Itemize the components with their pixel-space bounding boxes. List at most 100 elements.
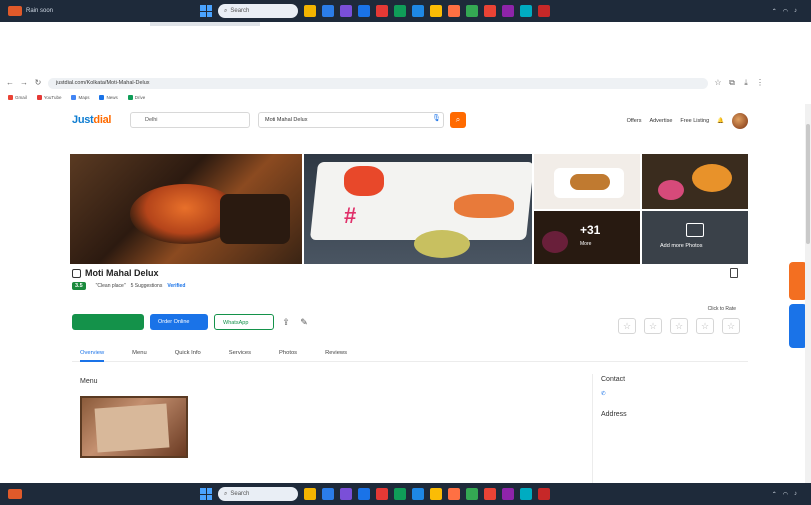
browser-tab[interactable] bbox=[150, 22, 260, 26]
bookmark-icon[interactable] bbox=[730, 268, 738, 278]
tab-menu[interactable]: Menu bbox=[132, 348, 147, 361]
weather-widget[interactable]: Rain soon bbox=[0, 6, 120, 16]
wifi-icon[interactable]: ◠ bbox=[783, 8, 788, 15]
taskbar-app-icon[interactable] bbox=[466, 488, 478, 500]
page-scrollbar[interactable] bbox=[805, 104, 811, 483]
reload-icon[interactable]: ↻ bbox=[34, 79, 42, 87]
taskbar-app-icon[interactable] bbox=[538, 5, 550, 17]
search-button[interactable]: ⌕ bbox=[450, 112, 466, 128]
header-link-advertise[interactable]: Advertise bbox=[649, 118, 672, 124]
taskbar-app-icon[interactable] bbox=[376, 488, 388, 500]
bookmark-item[interactable]: Maps bbox=[71, 94, 89, 100]
order-online-button[interactable]: Order Online bbox=[150, 314, 208, 330]
bookmark-item[interactable]: News bbox=[99, 94, 118, 100]
gallery-photo-2[interactable]: # bbox=[304, 154, 532, 264]
star-icon[interactable]: ☆ bbox=[644, 318, 662, 334]
taskbar-app-icon[interactable] bbox=[322, 488, 334, 500]
taskbar-app-icon[interactable] bbox=[484, 5, 496, 17]
taskbar-app-icon[interactable] bbox=[448, 5, 460, 17]
taskbar-app-icon[interactable] bbox=[340, 5, 352, 17]
taskbar-app-icon[interactable] bbox=[430, 5, 442, 17]
taskbar-app-icon[interactable] bbox=[340, 488, 352, 500]
taskbar-app-icon[interactable] bbox=[502, 5, 514, 17]
taskbar-center: ⌕ Search bbox=[200, 0, 550, 22]
whatsapp-button[interactable]: WhatsApp bbox=[214, 314, 274, 330]
edit-icon[interactable]: ✎ bbox=[298, 316, 310, 328]
gallery-photo-4[interactable] bbox=[642, 154, 748, 209]
taskbar-app-icon[interactable] bbox=[322, 5, 334, 17]
taskbar-app-icon[interactable] bbox=[412, 5, 424, 17]
gallery-photo-1[interactable] bbox=[70, 154, 302, 264]
weather-widget[interactable] bbox=[0, 489, 120, 499]
tab-reviews[interactable]: Reviews bbox=[325, 348, 347, 361]
bookmark-label: YouTube bbox=[43, 94, 62, 100]
volume-icon[interactable]: ♪ bbox=[794, 491, 797, 497]
gallery-photo-3[interactable] bbox=[534, 154, 640, 209]
bookmarks-bar: Gmail YouTube Maps News Drive bbox=[0, 92, 811, 102]
taskbar-app-icon[interactable] bbox=[502, 488, 514, 500]
star-icon[interactable]: ☆ bbox=[618, 318, 636, 334]
phone-icon: ✆ bbox=[601, 391, 606, 397]
location-input[interactable]: Delhi bbox=[130, 112, 250, 128]
bookmark-item[interactable]: Drive bbox=[127, 94, 145, 100]
taskbar-app-icon[interactable] bbox=[466, 5, 478, 17]
star-icon[interactable]: ☆ bbox=[722, 318, 740, 334]
taskbar-app-icon[interactable] bbox=[358, 488, 370, 500]
tab-quick-info[interactable]: Quick Info bbox=[175, 348, 201, 361]
start-icon[interactable] bbox=[200, 5, 212, 17]
bookmark-item[interactable]: Gmail bbox=[8, 94, 27, 100]
wifi-icon[interactable]: ◠ bbox=[783, 491, 788, 498]
share-icon[interactable]: ⇪ bbox=[280, 316, 292, 328]
menu-image[interactable] bbox=[80, 396, 188, 458]
back-icon[interactable]: ← bbox=[6, 79, 14, 87]
taskbar-app-icon[interactable] bbox=[394, 488, 406, 500]
taskbar-app-icon[interactable] bbox=[448, 488, 460, 500]
bookmark-item[interactable]: YouTube bbox=[36, 94, 62, 100]
volume-icon[interactable]: ♪ bbox=[794, 8, 797, 14]
tab-services[interactable]: Services bbox=[229, 348, 251, 361]
star-icon[interactable]: ☆ bbox=[696, 318, 714, 334]
call-button[interactable] bbox=[72, 314, 144, 330]
taskbar-app-icon[interactable] bbox=[484, 488, 496, 500]
add-photos-tile[interactable]: Add more Photos bbox=[642, 211, 748, 264]
scrollbar-thumb[interactable] bbox=[806, 124, 810, 244]
notification-bell-icon[interactable]: 🔔 bbox=[717, 118, 724, 124]
extensions-icon[interactable]: ⧉ bbox=[728, 79, 736, 87]
chevron-up-icon[interactable]: ⌃ bbox=[772, 491, 777, 498]
taskbar-app-icon[interactable] bbox=[430, 488, 442, 500]
taskbar-app-icon[interactable] bbox=[304, 488, 316, 500]
taskbar-app-icon[interactable] bbox=[520, 5, 532, 17]
rating-badge[interactable]: 3.5 bbox=[72, 282, 86, 290]
taskbar-app-icon[interactable] bbox=[412, 488, 424, 500]
taskbar-app-icon[interactable] bbox=[520, 488, 532, 500]
taskbar-apps bbox=[304, 488, 550, 500]
url-field[interactable]: justdial.com/Kolkata/Moti-Mahal-Delux bbox=[48, 77, 708, 89]
forward-icon[interactable]: → bbox=[20, 79, 28, 87]
header-link-offers[interactable]: Offers bbox=[627, 118, 642, 124]
chevron-up-icon[interactable]: ⌃ bbox=[772, 8, 777, 15]
suggestions-count[interactable]: 5 Suggestions bbox=[131, 283, 163, 289]
contact-phone[interactable]: ✆ bbox=[601, 391, 748, 397]
header-link-free-listing[interactable]: Free Listing bbox=[680, 118, 709, 124]
download-icon[interactable]: ⤓ bbox=[742, 79, 750, 87]
gallery-more-photos[interactable]: +31 More bbox=[534, 211, 640, 264]
justdial-logo[interactable]: Justdial bbox=[72, 114, 111, 126]
start-icon[interactable] bbox=[200, 488, 212, 500]
taskbar-app-icon[interactable] bbox=[538, 488, 550, 500]
taskbar-app-icon[interactable] bbox=[394, 5, 406, 17]
search-input[interactable]: Moti Mahal Delux bbox=[258, 112, 444, 128]
menu-kebab-icon[interactable]: ⋮ bbox=[756, 79, 764, 87]
listing-title: Moti Mahal Delux bbox=[85, 268, 159, 278]
tab-overview[interactable]: Overview bbox=[80, 348, 105, 362]
avatar[interactable] bbox=[732, 113, 748, 129]
taskbar-app-icon[interactable] bbox=[376, 5, 388, 17]
star-icon[interactable]: ☆ bbox=[714, 79, 722, 87]
star-icon[interactable]: ☆ bbox=[670, 318, 688, 334]
mic-icon[interactable]: 🎙 bbox=[432, 115, 441, 123]
taskbar-app-icon[interactable] bbox=[304, 5, 316, 17]
tab-photos[interactable]: Photos bbox=[279, 348, 297, 361]
more-photos-label: More bbox=[580, 241, 592, 247]
taskbar-app-icon[interactable] bbox=[358, 5, 370, 17]
taskbar-search[interactable]: ⌕ Search bbox=[218, 487, 298, 501]
taskbar-search[interactable]: ⌕ Search bbox=[218, 4, 298, 18]
